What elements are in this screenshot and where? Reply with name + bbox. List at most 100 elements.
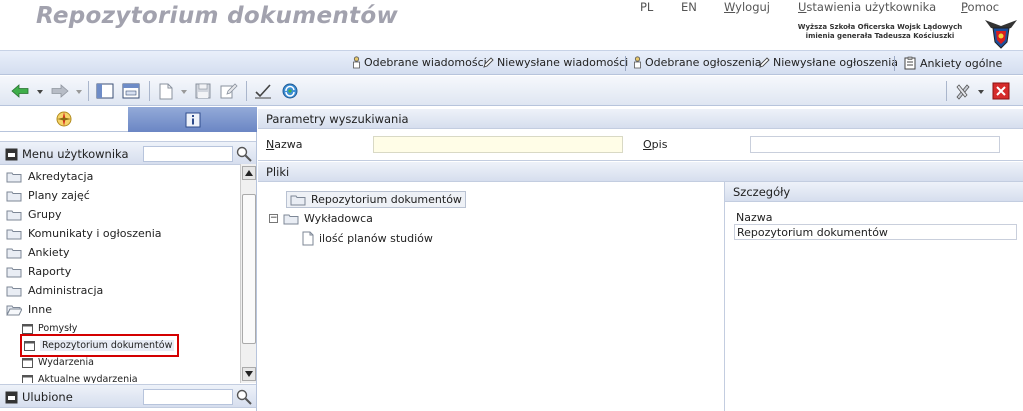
forward-button[interactable] — [50, 82, 70, 100]
menu-item-grupy[interactable]: Grupy — [6, 205, 62, 224]
tools-icon — [956, 84, 970, 100]
refresh-icon — [282, 83, 298, 99]
forward-dropdown-icon — [76, 90, 82, 94]
file-tree: Repozytorium dokumentów − Wykładowca ilo… — [258, 182, 724, 411]
pencil-icon — [483, 57, 494, 68]
divider — [894, 56, 895, 71]
menu-scrollbar[interactable] — [240, 164, 256, 383]
tab-navigation[interactable] — [0, 107, 128, 132]
person-icon — [634, 56, 641, 69]
scroll-thumb[interactable] — [242, 194, 256, 344]
description-label: Opis — [643, 138, 668, 151]
name-label: Nazwa — [266, 138, 303, 151]
panel-icon — [96, 83, 114, 99]
back-dropdown-icon[interactable] — [37, 90, 43, 94]
tools-dropdown-icon[interactable] — [978, 90, 984, 94]
menu-item-akredytacja[interactable]: Akredytacja — [6, 167, 93, 186]
new-dropdown-icon — [181, 90, 187, 94]
window-button[interactable] — [121, 82, 141, 100]
unsent-announcements-link[interactable]: Niewysłane ogłoszenia — [759, 56, 898, 69]
menu-subitem-label: Wydarzenia — [38, 357, 94, 368]
menu-item-inne[interactable]: Inne — [6, 300, 52, 319]
page-icon — [22, 323, 33, 334]
save-button[interactable] — [193, 82, 213, 100]
tab-info[interactable] — [128, 107, 257, 132]
menu-subitem-label: Pomysły — [38, 323, 78, 334]
page-icon — [22, 374, 33, 383]
menu-item-komunikaty[interactable]: Komunikaty i ogłoszenia — [6, 224, 162, 243]
folder-icon — [290, 195, 306, 205]
details-name-value: Repozytorium dokumentów — [734, 224, 1017, 240]
favorites-search-input[interactable] — [143, 389, 233, 405]
divider — [246, 81, 247, 101]
menu-item-label: Administracja — [28, 284, 104, 297]
main-toolbar — [0, 76, 1023, 106]
lang-en-link[interactable]: EN — [681, 0, 697, 14]
page-title: Repozytorium dokumentów — [36, 3, 398, 29]
school-crest-icon — [985, 20, 1017, 49]
menu-item-administracja[interactable]: Administracja — [6, 281, 103, 300]
divider — [946, 81, 947, 101]
unsent-announcements-label: Niewysłane ogłoszenia — [773, 56, 899, 69]
description-input[interactable] — [750, 136, 1000, 153]
details-panel: Szczegóły Nazwa Repozytorium dokumentów — [724, 182, 1023, 411]
help-link[interactable]: Pomoc — [961, 0, 999, 14]
tree-node-file[interactable]: ilość planów studiów — [302, 231, 433, 246]
person-icon — [353, 56, 360, 69]
received-announcements-link[interactable]: Odebrane ogłoszenia — [633, 56, 762, 69]
search-params-header: Parametry wyszukiwania — [258, 109, 1023, 129]
divider — [88, 81, 89, 101]
folder-icon — [6, 210, 22, 220]
menu-item-plany-zajec[interactable]: Plany zajęć — [6, 186, 90, 205]
menu-item-label: Ankiety — [28, 246, 70, 259]
user-settings-link[interactable]: Ustawienia użytkownika — [798, 0, 936, 14]
tree-node-wykladowca[interactable]: − Wykładowca — [269, 212, 373, 225]
scroll-down-button[interactable] — [242, 367, 256, 381]
menu-item-ankiety[interactable]: Ankiety — [6, 243, 70, 262]
menu-item-raporty[interactable]: Raporty — [6, 262, 71, 281]
new-document-icon — [159, 83, 173, 99]
new-document-button[interactable] — [156, 82, 176, 100]
back-button[interactable] — [10, 82, 30, 100]
surveys-link[interactable]: Ankiety ogólne — [903, 56, 1002, 70]
save-icon — [195, 83, 211, 99]
favorites-header: Ulubione — [0, 384, 256, 408]
folder-icon — [6, 229, 22, 239]
folder-icon — [283, 214, 299, 224]
user-menu-header: Menu użytkownika — [0, 141, 256, 165]
logout-link[interactable]: Wyloguj — [724, 0, 770, 14]
compass-icon — [56, 111, 72, 127]
approve-button[interactable] — [253, 82, 273, 100]
user-menu-search-input[interactable] — [143, 146, 233, 162]
toggle-panel-button[interactable] — [95, 82, 115, 100]
tree-node-label: Repozytorium dokumentów — [311, 193, 462, 206]
school-name: Wyższa Szkoła Oficerska Wojsk Lądowych i… — [780, 23, 980, 41]
check-icon — [255, 84, 271, 99]
menu-item-label: Komunikaty i ogłoszenia — [28, 227, 162, 240]
folder-open-icon — [6, 305, 22, 315]
menu-subitem-label: Repozytorium dokumentów — [40, 340, 175, 351]
collapse-toggle[interactable]: − — [269, 214, 278, 223]
edit-button[interactable] — [219, 82, 239, 100]
refresh-button[interactable] — [280, 82, 300, 100]
menu-subitem-aktualne-wydarzenia[interactable]: Aktualne wydarzenia — [22, 370, 138, 383]
collapse-panel-icon[interactable] — [5, 391, 18, 404]
menu-item-label: Inne — [28, 303, 52, 316]
name-input[interactable] — [373, 136, 623, 153]
search-icon[interactable] — [236, 146, 252, 162]
unsent-messages-label: Niewysłane wiadomości — [497, 56, 629, 69]
close-button[interactable] — [991, 82, 1011, 100]
lang-pl-link[interactable]: PL — [640, 0, 653, 14]
unsent-messages-link[interactable]: Niewysłane wiadomości — [483, 56, 628, 69]
search-icon[interactable] — [236, 389, 252, 405]
tools-button[interactable] — [953, 82, 973, 100]
tree-node-root[interactable]: Repozytorium dokumentów — [286, 191, 466, 208]
collapse-panel-icon[interactable] — [5, 148, 18, 161]
received-messages-link[interactable]: Odebrane wiadomości — [352, 56, 487, 69]
menu-item-label: Akredytacja — [28, 170, 94, 183]
scroll-up-button[interactable] — [242, 166, 256, 180]
menu-subitem-label: Aktualne wydarzenia — [38, 374, 138, 383]
document-icon — [302, 231, 314, 246]
school-name-line1: Wyższa Szkoła Oficerska Wojsk Lądowych — [797, 23, 963, 31]
arrow-right-icon — [51, 84, 69, 98]
